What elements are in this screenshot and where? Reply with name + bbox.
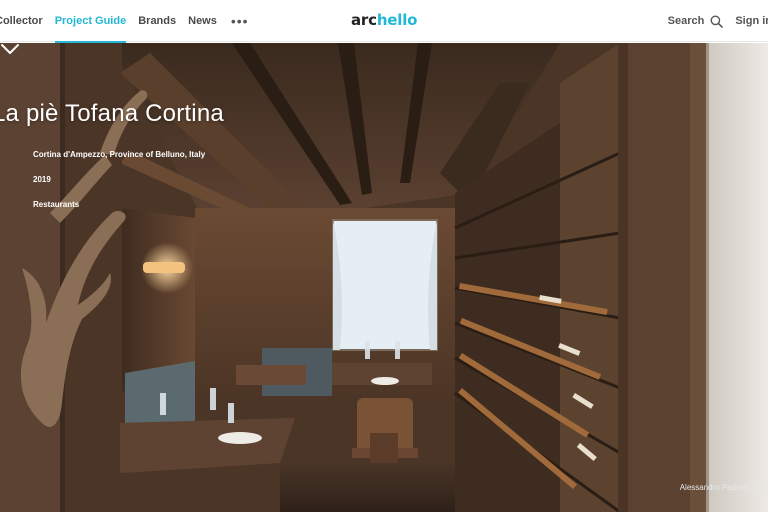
top-navigation-bar: Collector Project Guide Brands News ••• … — [0, 0, 768, 43]
sign-in-link[interactable]: Sign in — [735, 15, 768, 27]
hero-photo: La piè Tofana Cortina Cortina d'Ampezzo,… — [0, 43, 768, 512]
nav-item-collector[interactable]: Collector — [0, 0, 43, 42]
project-title: La piè Tofana Cortina — [0, 100, 224, 127]
nav-item-news[interactable]: News — [188, 0, 217, 42]
project-year[interactable]: 2019 — [33, 175, 51, 184]
main-nav: Collector Project Guide Brands News ••• — [0, 0, 249, 43]
ellipsis-icon[interactable]: ••• — [231, 13, 249, 29]
nav-right: Search Sign in — [668, 0, 768, 42]
search-link[interactable]: Search — [668, 15, 705, 27]
search-icon[interactable] — [710, 15, 724, 28]
photo-credit: Alessandro Paderni / Eye — [679, 483, 768, 492]
chevron-down-icon[interactable] — [0, 43, 20, 55]
nav-item-brands[interactable]: Brands — [138, 0, 176, 42]
archello-logo[interactable]: archello — [351, 11, 417, 29]
project-location[interactable]: Cortina d'Ampezzo, Province of Belluno, … — [33, 150, 205, 159]
logo-text-accent: hello — [376, 11, 418, 29]
logo-text: arc — [351, 11, 377, 29]
nav-item-project-guide[interactable]: Project Guide — [54, 0, 126, 43]
project-category[interactable]: Restaurants — [33, 200, 79, 209]
